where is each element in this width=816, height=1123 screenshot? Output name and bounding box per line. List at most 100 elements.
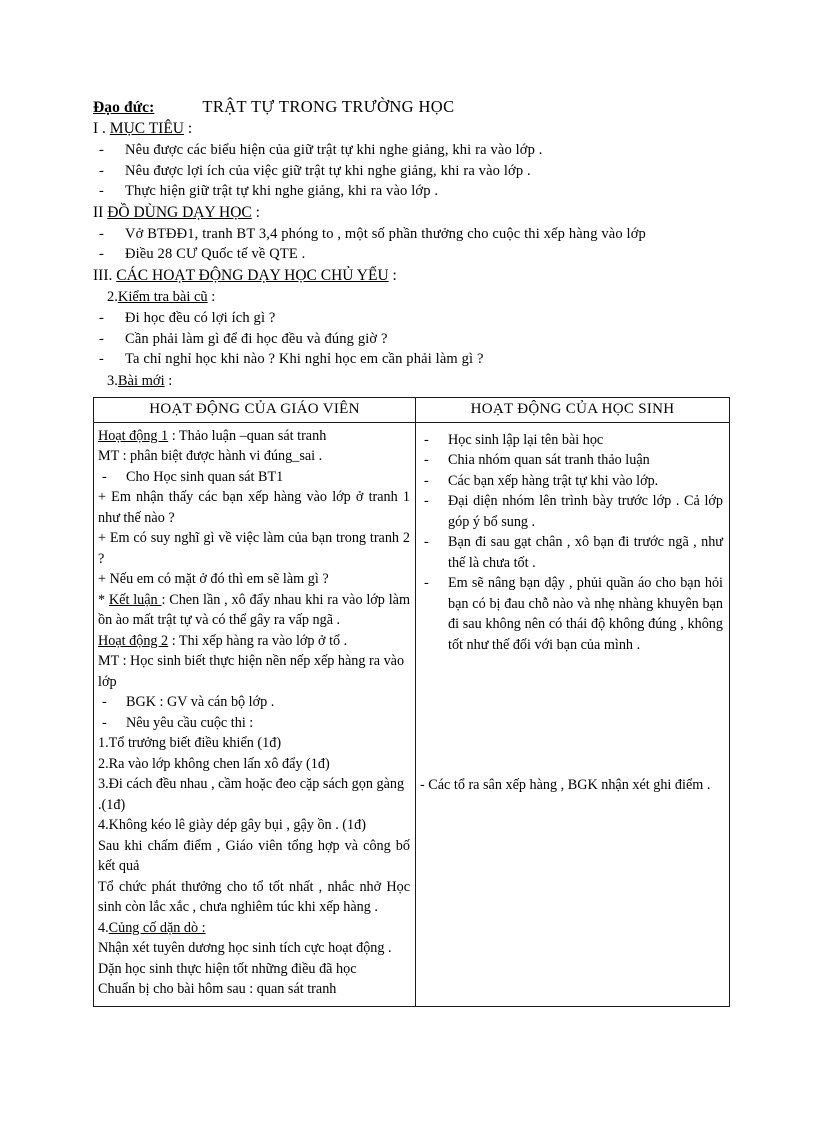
subsection-2-number: 2.: [107, 289, 118, 306]
dash-bullet-icon: -: [424, 493, 429, 510]
question-3: + Nếu em có mặt ở đó thì em sẽ làm gì ?: [98, 571, 329, 588]
teacher-sub-list-2: - BGK : GV và cán bộ lớp . - Nêu yêu cầu c…: [98, 692, 410, 733]
document-page: Đạo đức: TRẬT TỰ TRONG TRƯỜNG HỌC I . MỤ…: [0, 0, 816, 1123]
list-item-text: BGK : GV và cán bộ lớp .: [126, 694, 275, 711]
list-item: - Nêu được các biểu hiện của giữ trật tự …: [93, 140, 719, 161]
list-item: - Ta chỉ nghỉ học khi nào ? Khi nghỉ học …: [93, 349, 719, 370]
subject-label: Đạo đức:: [93, 99, 155, 116]
subsection-2-list: - Đi học đều có lợi ích gì ? - Cần phải là…: [93, 308, 719, 370]
closing-line-3: Chuẩn bị cho bài hôm sau : quan sát tran…: [98, 981, 337, 998]
criterion-2: 2.Ra vào lớp không chen lấn xô đẩy (1đ): [98, 755, 330, 772]
question-1: + Em nhận thấy các bạn xếp hàng vào lớp …: [98, 489, 410, 526]
list-item: - Vở BTĐĐ1, tranh BT 3,4 phóng to , một s…: [93, 224, 719, 245]
list-item: - BGK : GV và cán bộ lớp .: [98, 692, 410, 713]
teacher-sub-list-1: - Cho Học sinh quan sát BT1: [98, 467, 410, 488]
page-title: TRẬT TỰ TRONG TRƯỜNG HỌC: [202, 97, 455, 116]
list-item-text: Em sẽ nâng bạn dậy , phủi quần áo cho bạ…: [448, 575, 723, 653]
list-item: - Điều 28 CƯ Quốc tế về QTE .: [93, 244, 719, 265]
vertical-spacer: [420, 655, 723, 775]
dash-bullet-icon: -: [99, 141, 104, 158]
dash-bullet-icon: -: [102, 714, 107, 731]
list-item: - Cho Học sinh quan sát BT1: [98, 467, 410, 488]
criterion-3: 3.Đi cách đều nhau , cầm hoặc đeo cặp sá…: [98, 776, 405, 813]
list-item: - Các bạn xếp hàng trật tự khi vào lớp.: [420, 471, 723, 492]
section-1-colon: :: [184, 119, 193, 137]
student-activities-body: - Học sinh lập lại tên bài học - Chia nhóm…: [416, 423, 729, 802]
dash-bullet-icon: -: [99, 351, 104, 368]
section-2-number: II: [93, 203, 108, 221]
activity-1-objective: MT : phân biệt được hành vi đúng_sai .: [98, 448, 323, 465]
conclusion-1-prefix: *: [98, 591, 109, 608]
list-item-text: Nêu yêu cầu cuộc thi :: [126, 714, 254, 731]
subsection-2-colon: :: [207, 289, 216, 306]
dash-bullet-icon: -: [424, 575, 429, 592]
list-item-text: Ta chỉ nghỉ học khi nào ? Khi nghỉ học e…: [125, 351, 484, 368]
activities-table: HOẠT ĐỘNG CỦA GIÁO VIÊN HOẠT ĐỘNG CỦA HỌ…: [93, 396, 730, 1008]
list-item-text: Học sinh lập lại tên bài học: [448, 431, 604, 448]
activity-1-label: Hoạt động 1: [98, 427, 169, 444]
document-content: Đạo đức: TRẬT TỰ TRONG TRƯỜNG HỌC I . MỤ…: [93, 96, 730, 1008]
section-3-heading: III. CÁC HOẠT ĐỘNG DẠY HỌC CHỦ YẾU :: [93, 266, 719, 286]
activity-2-label: Hoạt động 2: [98, 632, 169, 649]
subsection-3-colon: :: [164, 372, 173, 389]
list-item-text: Điều 28 CƯ Quốc tế về QTE .: [125, 246, 306, 263]
list-item: - Chia nhóm quan sát tranh thảo luận: [420, 450, 723, 471]
award-note: Tổ chức phát thưởng cho tổ tốt nhất , nh…: [98, 878, 410, 916]
subsection-3-number: 3.: [107, 372, 118, 389]
list-item: - Học sinh lập lại tên bài học: [420, 430, 723, 451]
dash-bullet-icon: -: [102, 694, 107, 711]
dash-bullet-icon: -: [102, 468, 107, 485]
activity-2-objective: MT : Học sinh biết thực hiện nền nếp xếp…: [98, 653, 405, 690]
closing-line-2: Dặn học sinh thực hiện tốt những điều đã…: [98, 960, 357, 977]
section-2-list: - Vở BTĐĐ1, tranh BT 3,4 phóng to , một s…: [93, 224, 719, 265]
subsection-3-heading: 3.Bài mới :: [107, 372, 719, 391]
closing-line-1: Nhận xét tuyên dương học sinh tích cực h…: [98, 940, 392, 957]
teacher-activities-body: Hoạt động 1 : Thảo luận –quan sát tranh …: [94, 423, 415, 1006]
list-item-text: Thực hiện giữ trật tự khi nghe giảng, kh…: [125, 183, 439, 200]
list-item: - Nêu được lợi ích của việc giữ trật tự k…: [93, 161, 719, 182]
student-activities-cell: - Học sinh lập lại tên bài học - Chia nhóm…: [415, 421, 730, 1008]
table-row: Hoạt động 1 : Thảo luận –quan sát tranh …: [93, 421, 730, 1008]
section-2-title: ĐỒ DÙNG DẠY HỌC: [107, 203, 252, 221]
closing-number: 4.: [98, 919, 109, 936]
activity-1-rest: : Thảo luận –quan sát tranh: [168, 427, 327, 444]
dash-bullet-icon: -: [424, 534, 429, 551]
criterion-1: 1.Tổ trưởng biết điều khiển (1đ): [98, 735, 282, 752]
list-item: - Cần phải làm gì để đi học đều và đúng g…: [93, 329, 719, 350]
list-item: - Đi học đều có lợi ích gì ?: [93, 308, 719, 329]
closing-label: Củng cố dặn dò :: [108, 919, 206, 936]
dash-bullet-icon: -: [424, 452, 429, 469]
student-bullet-list: - Học sinh lập lại tên bài học - Chia nhóm…: [420, 430, 723, 656]
subsection-3-title: Bài mới: [117, 372, 165, 389]
list-item-text: Cho Học sinh quan sát BT1: [126, 468, 284, 485]
subsection-2-title: Kiểm tra bài cũ: [117, 289, 208, 306]
section-1-title: MỤC TIÊU: [109, 119, 184, 137]
conclusion-1: * Kết luận : Chen lần , xô đẩy nhau khi …: [98, 590, 410, 631]
teacher-activities-cell: Hoạt động 1 : Thảo luận –quan sát tranh …: [93, 421, 416, 1008]
section-3-number: III.: [93, 267, 117, 284]
dash-bullet-icon: -: [99, 309, 104, 326]
student-tail-note: - Các tổ ra sân xếp hàng , BGK nhận xét …: [420, 777, 711, 794]
activity-2-rest: : Thi xếp hàng ra vào lớp ở tổ .: [168, 632, 348, 649]
list-item-text: Các bạn xếp hàng trật tự khi vào lớp.: [448, 472, 659, 489]
dash-bullet-icon: -: [99, 330, 104, 347]
criterion-4: 4.Không kéo lê giày dép gây bụi , gậy ồn…: [98, 817, 366, 834]
section-1-number: I .: [93, 119, 110, 137]
list-item: - Đại diện nhóm lên trình bày trước lớp .…: [420, 491, 723, 532]
dash-bullet-icon: -: [99, 183, 104, 200]
dash-bullet-icon: -: [424, 431, 429, 448]
closing-heading: 4.Củng cố dặn dò :: [98, 918, 410, 939]
table-header-student: HOẠT ĐỘNG CỦA HỌC SINH: [415, 396, 730, 423]
activity-1-heading: Hoạt động 1 : Thảo luận –quan sát tranh: [98, 426, 410, 447]
table-header-teacher: HOẠT ĐỘNG CỦA GIÁO VIÊN: [93, 396, 416, 423]
list-item: - Nêu yêu cầu cuộc thi :: [98, 713, 410, 734]
list-item: - Em sẽ nâng bạn dậy , phủi quần áo cho b…: [420, 573, 723, 655]
conclusion-1-label: Kết luận: [108, 591, 162, 608]
title-row: Đạo đức: TRẬT TỰ TRONG TRƯỜNG HỌC: [93, 96, 719, 118]
list-item-text: Cần phải làm gì để đi học đều và đúng gi…: [125, 330, 388, 347]
section-2-colon: :: [251, 203, 260, 221]
section-3-colon: :: [388, 267, 397, 284]
section-3-title: CÁC HOẠT ĐỘNG DẠY HỌC CHỦ YẾU: [116, 267, 389, 284]
dash-bullet-icon: -: [99, 225, 104, 242]
section-1-heading: I . MỤC TIÊU :: [93, 119, 719, 139]
